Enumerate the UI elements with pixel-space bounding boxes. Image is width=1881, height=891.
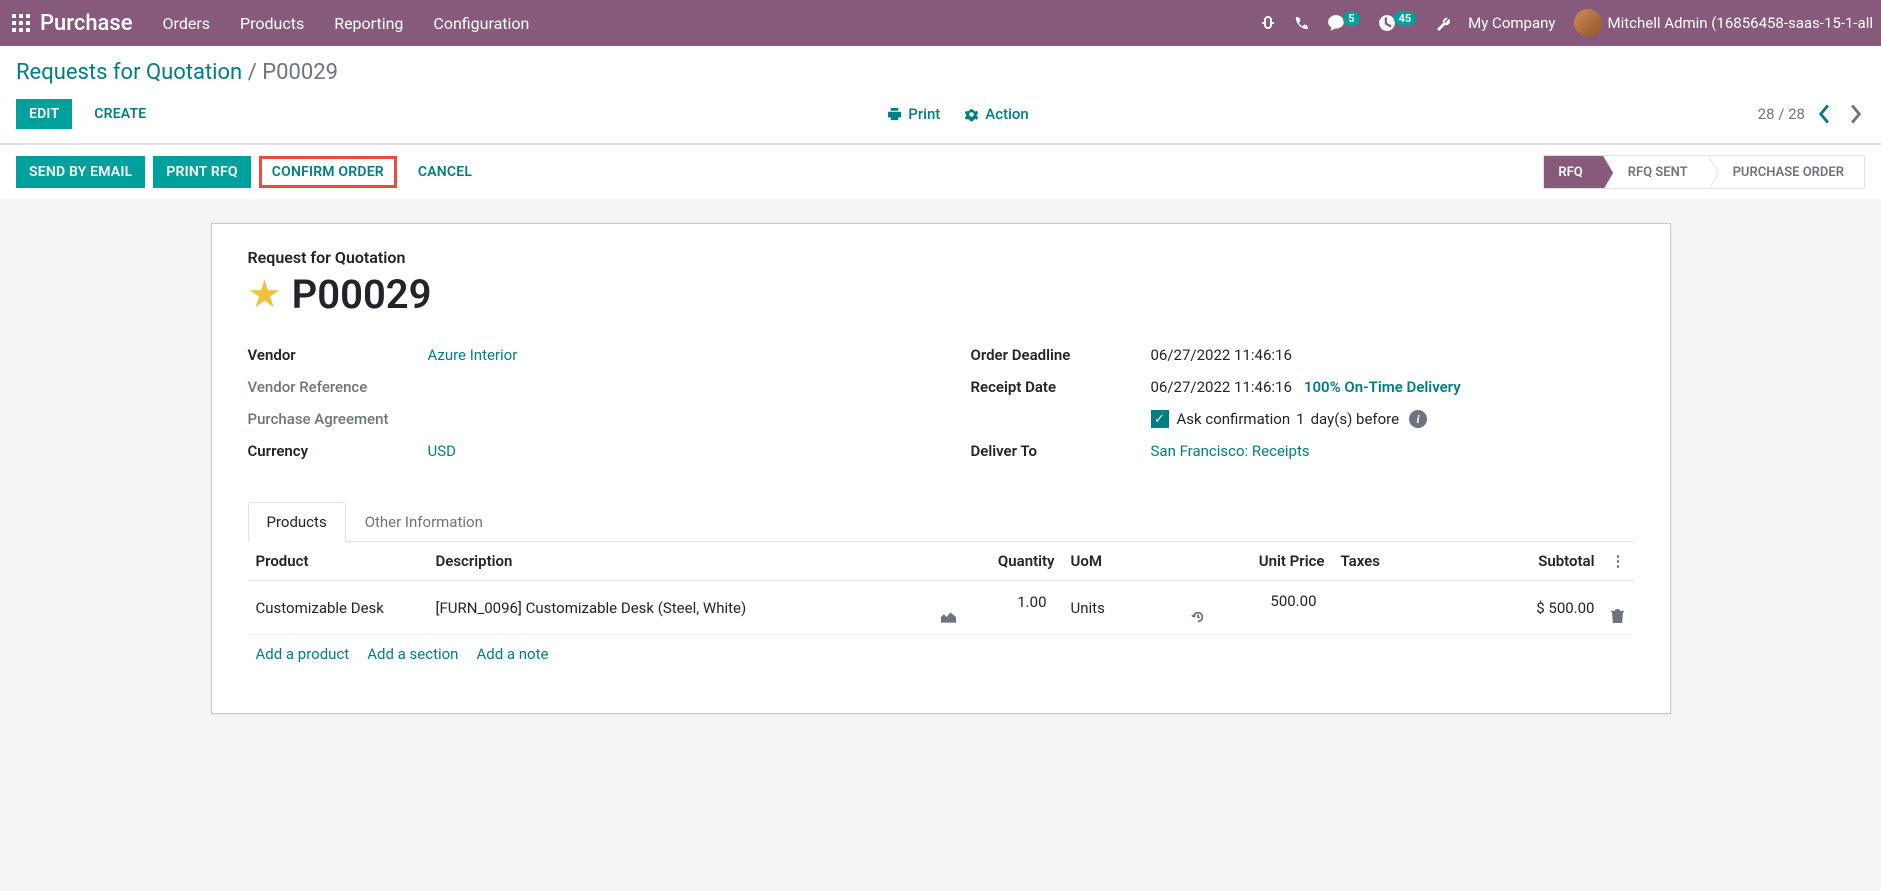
tab-products[interactable]: Products [248,502,346,542]
th-options[interactable]: ⋮ [1603,542,1634,581]
print-rfq-button[interactable]: Print RFQ [153,156,250,188]
agreement-label: Purchase Agreement [248,410,428,428]
apps-icon[interactable] [12,14,30,32]
activities-icon[interactable]: 45 [1378,14,1417,32]
currency-label: Currency [248,442,428,460]
action-dropdown[interactable]: Action [964,105,1028,123]
send-email-button[interactable]: Send by Email [16,156,145,188]
status-bar: Send by Email Print RFQ Confirm Order Ca… [0,144,1881,199]
status-arrows: RFQ RFQ Sent Purchase Order [1543,155,1865,189]
info-icon[interactable]: i [1409,410,1427,428]
receipt-value: 06/27/2022 11:46:16 [1151,378,1292,396]
receipt-label: Receipt Date [971,378,1151,396]
notebook-tabs: Products Other Information [248,502,1634,542]
avatar [1574,9,1602,37]
breadcrumb: Requests for Quotation / P00029 [16,60,338,85]
phone-icon[interactable] [1294,16,1309,31]
vendor-ref-label: Vendor Reference [248,378,428,396]
debug-icon[interactable] [1260,15,1276,31]
th-uom: UoM [1063,542,1183,581]
cell-quantity: 1.00 [933,581,1063,635]
add-note-link[interactable]: Add a note [476,645,548,663]
th-quantity: Quantity [933,542,1063,581]
cell-subtotal: $ 500.00 [1453,581,1603,635]
cell-product: Customizable Desk [248,581,428,635]
pager-count[interactable]: 28 / 28 [1758,105,1805,123]
order-lines-table: Product Description Quantity UoM Unit Pr… [248,542,1634,673]
form-view: Request for Quotation ★ P00029 Vendor Az… [0,199,1881,884]
user-menu[interactable]: Mitchell Admin (16856458-saas-15-1-all [1574,9,1874,37]
menu-configuration[interactable]: Configuration [433,14,529,33]
main-menu: Orders Products Reporting Configuration [163,14,530,33]
kebab-icon[interactable]: ⋮ [1611,552,1626,570]
cancel-button[interactable]: Cancel [405,156,485,188]
messaging-badge: 5 [1343,11,1359,26]
top-nav: Purchase Orders Products Reporting Confi… [0,0,1881,46]
print-label: Print [908,105,940,123]
deliver-to-value[interactable]: San Francisco: Receipts [1151,442,1310,460]
ontime-delivery-link[interactable]: 100% On-Time Delivery [1304,378,1461,396]
activities-badge: 45 [1394,11,1417,26]
breadcrumb-current: P00029 [262,60,338,85]
pager-prev-icon[interactable] [1815,104,1835,124]
priority-star-icon[interactable]: ★ [248,272,282,317]
app-brand[interactable]: Purchase [40,11,133,36]
menu-products[interactable]: Products [240,14,304,33]
messaging-icon[interactable]: 5 [1327,14,1359,32]
deadline-label: Order Deadline [971,346,1151,364]
menu-orders[interactable]: Orders [163,14,210,33]
table-row[interactable]: Customizable Desk [FURN_0096] Customizab… [248,581,1634,635]
tab-other-information[interactable]: Other Information [346,502,502,542]
record-name: P00029 [292,271,432,318]
th-unit-price: Unit Price [1183,542,1333,581]
vendor-label: Vendor [248,346,428,364]
ask-confirmation-checkbox[interactable]: ✓ [1151,410,1169,428]
currency-value[interactable]: USD [428,442,456,460]
th-subtotal: Subtotal [1453,542,1603,581]
cell-taxes [1333,581,1453,635]
create-button[interactable]: Create [82,100,158,128]
breadcrumb-parent[interactable]: Requests for Quotation [16,60,242,85]
cell-uom: Units [1063,581,1183,635]
th-description: Description [428,542,933,581]
vendor-value[interactable]: Azure Interior [428,346,518,364]
form-sheet: Request for Quotation ★ P00029 Vendor Az… [211,223,1671,714]
confirm-order-button[interactable]: Confirm Order [259,156,397,188]
forecast-icon[interactable] [941,611,1055,623]
ask-confirmation-suffix: day(s) before [1311,410,1399,428]
edit-button[interactable]: Edit [16,99,72,129]
add-section-link[interactable]: Add a section [367,645,458,663]
cell-description: [FURN_0096] Customizable Desk (Steel, Wh… [428,581,933,635]
control-panel: Requests for Quotation / P00029 Edit Cre… [0,46,1881,144]
status-step-purchase-order[interactable]: Purchase Order [1709,156,1865,188]
cell-delete[interactable] [1603,581,1634,635]
form-left-column: Vendor Azure Interior Vendor Reference P… [248,346,911,474]
pager-next-icon[interactable] [1845,104,1865,124]
ask-confirmation-days: 1 [1296,410,1304,428]
menu-reporting[interactable]: Reporting [334,14,403,33]
ask-confirmation-prefix: Ask confirmation [1177,410,1291,428]
tools-icon[interactable] [1434,15,1450,31]
deliver-to-label: Deliver To [971,442,1151,460]
print-dropdown[interactable]: Print [887,105,940,123]
status-step-rfq-sent[interactable]: RFQ Sent [1604,156,1709,188]
form-right-column: Order Deadline 06/27/2022 11:46:16 Recei… [971,346,1634,474]
th-product: Product [248,542,428,581]
user-name: Mitchell Admin (16856458-saas-15-1-all [1608,14,1874,32]
company-switcher[interactable]: My Company [1468,14,1555,32]
form-subtitle: Request for Quotation [248,248,1634,267]
action-label: Action [985,105,1028,123]
th-taxes: Taxes [1333,542,1453,581]
add-product-link[interactable]: Add a product [256,645,350,663]
systray: 5 45 My Company Mitchell Admin (16856458… [1260,9,1873,37]
status-step-rfq[interactable]: RFQ [1544,156,1603,188]
trash-icon[interactable] [1611,609,1626,624]
deadline-value: 06/27/2022 11:46:16 [1151,346,1292,364]
price-history-icon[interactable] [1191,610,1325,624]
cell-price: 500.00 [1183,581,1333,635]
